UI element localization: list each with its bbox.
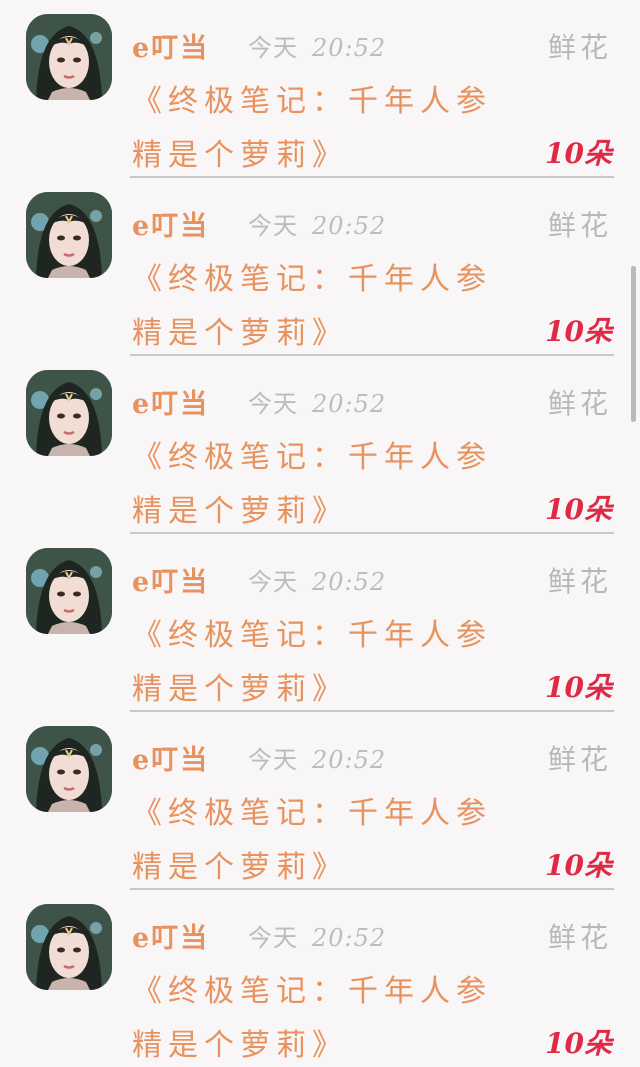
timestamp: 今天 20:52 [248,918,386,953]
gift-type-label: 鲜花 [547,387,612,420]
user-avatar-icon[interactable] [26,14,112,100]
item-header: e叮当 今天 20:52 鲜花 [132,560,614,600]
book-title-line-1[interactable]: 《终极笔记：千年人参 [132,788,492,832]
day-label: 今天 [248,746,298,774]
list-item[interactable]: e叮当 今天 20:52 鲜花 《终极笔记：千年人参 精是个萝莉》 10朵 [0,534,640,712]
item-header: e叮当 今天 20:52 鲜花 [132,382,614,422]
user-avatar-icon[interactable] [26,548,112,634]
list-item[interactable]: e叮当 今天 20:52 鲜花 《终极笔记：千年人参 精是个萝莉》 10朵 [0,890,640,1067]
user-avatar-icon[interactable] [26,370,112,456]
gift-type-label: 鲜花 [547,565,612,598]
day-label: 今天 [248,390,298,418]
list-item[interactable]: e叮当 今天 20:52 鲜花 《终极笔记：千年人参 精是个萝莉》 10朵 [0,178,640,356]
book-title-line-2[interactable]: 精是个萝莉》 [132,486,348,530]
day-label: 今天 [248,34,298,62]
item-header: e叮当 今天 20:52 鲜花 [132,204,614,244]
list-item[interactable]: e叮当 今天 20:52 鲜花 《终极笔记：千年人参 精是个萝莉》 10朵 [0,712,640,890]
sender-name[interactable]: e叮当 [132,204,209,243]
clock-time: 20:52 [312,212,387,240]
gift-count: 10朵 [545,137,612,170]
day-label: 今天 [248,212,298,240]
clock-time: 20:52 [312,34,387,62]
sender-name[interactable]: e叮当 [132,382,209,421]
gift-count: 10朵 [545,671,612,704]
gift-count: 10朵 [545,493,612,526]
gift-count: 10朵 [545,1027,612,1060]
timestamp: 今天 20:52 [248,740,386,775]
item-header: e叮当 今天 20:52 鲜花 [132,916,614,956]
timestamp: 今天 20:52 [248,384,386,419]
day-label: 今天 [248,568,298,596]
book-title-line-1[interactable]: 《终极笔记：千年人参 [132,76,492,120]
user-avatar-icon[interactable] [26,904,112,990]
sender-name[interactable]: e叮当 [132,916,209,955]
item-header: e叮当 今天 20:52 鲜花 [132,738,614,778]
clock-time: 20:52 [312,746,387,774]
book-title-line-2[interactable]: 精是个萝莉》 [132,842,348,886]
book-title-line-1[interactable]: 《终极笔记：千年人参 [132,966,492,1010]
timestamp: 今天 20:52 [248,28,386,63]
book-title-line-2[interactable]: 精是个萝莉》 [132,664,348,708]
sender-name[interactable]: e叮当 [132,738,209,777]
gift-type-label: 鲜花 [547,31,612,64]
book-title-line-1[interactable]: 《终极笔记：千年人参 [132,254,492,298]
list-item[interactable]: e叮当 今天 20:52 鲜花 《终极笔记：千年人参 精是个萝莉》 10朵 [0,356,640,534]
timestamp: 今天 20:52 [248,562,386,597]
sender-name[interactable]: e叮当 [132,560,209,599]
scrollbar[interactable] [631,266,636,422]
clock-time: 20:52 [312,568,387,596]
book-title-line-2[interactable]: 精是个萝莉》 [132,308,348,352]
clock-time: 20:52 [312,390,387,418]
sender-name[interactable]: e叮当 [132,26,209,65]
book-title-line-2[interactable]: 精是个萝莉》 [132,1020,348,1064]
book-title-line-1[interactable]: 《终极笔记：千年人参 [132,432,492,476]
gift-type-label: 鲜花 [547,921,612,954]
gift-count: 10朵 [545,315,612,348]
user-avatar-icon[interactable] [26,726,112,812]
user-avatar-icon[interactable] [26,192,112,278]
book-title-line-1[interactable]: 《终极笔记：千年人参 [132,610,492,654]
clock-time: 20:52 [312,924,387,952]
gift-count: 10朵 [545,849,612,882]
day-label: 今天 [248,924,298,952]
gift-record-list: e叮当 今天 20:52 鲜花 《终极笔记：千年人参 精是个萝莉》 10朵 e叮… [0,0,640,1067]
gift-type-label: 鲜花 [547,743,612,776]
list-item[interactable]: e叮当 今天 20:52 鲜花 《终极笔记：千年人参 精是个萝莉》 10朵 [0,0,640,178]
book-title-line-2[interactable]: 精是个萝莉》 [132,130,348,174]
gift-type-label: 鲜花 [547,209,612,242]
timestamp: 今天 20:52 [248,206,386,241]
item-header: e叮当 今天 20:52 鲜花 [132,26,614,66]
